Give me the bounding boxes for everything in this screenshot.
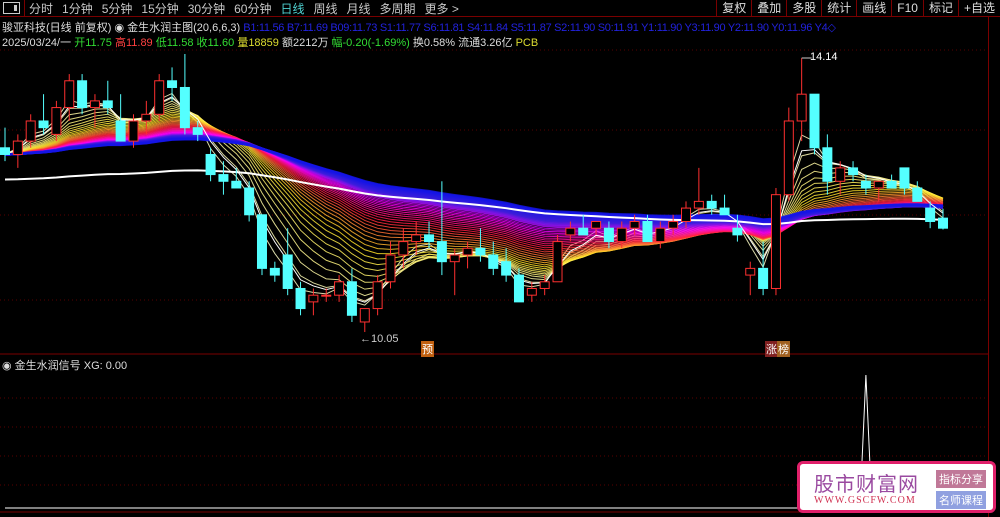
forecast-marker[interactable]: 预	[421, 341, 434, 357]
candle-body	[732, 227, 743, 236]
candle-body	[141, 113, 152, 122]
candle-body	[719, 207, 730, 216]
logo-name: 股市财富网	[814, 472, 919, 496]
candle-body	[128, 120, 139, 142]
price-chart[interactable]	[0, 0, 1000, 517]
logo-url: WWW.GSCFW.COM	[814, 495, 916, 506]
candle-body	[603, 227, 614, 243]
candle-body	[398, 241, 409, 256]
candle-body	[565, 227, 576, 236]
candle-body	[938, 217, 948, 229]
candle-body	[796, 93, 807, 122]
candle-body	[449, 254, 460, 263]
candle-body	[167, 80, 178, 88]
candle-body	[38, 120, 49, 129]
candle-body	[835, 167, 846, 182]
divider	[988, 17, 989, 517]
candle-body	[256, 214, 267, 269]
candle-body	[269, 267, 280, 276]
candle-body	[359, 308, 370, 323]
candle-body	[501, 261, 512, 276]
candle-body	[77, 80, 88, 109]
candle-body	[25, 120, 36, 142]
candle-body	[578, 227, 589, 236]
candle-body	[706, 200, 717, 209]
candle-body	[411, 234, 422, 243]
tag-courses: 名师课程	[936, 491, 986, 509]
band-line	[4, 131, 944, 236]
candle-body	[154, 80, 165, 115]
candle-body	[424, 234, 435, 243]
candle-body	[295, 287, 306, 310]
candle-body	[321, 294, 332, 297]
candle-body	[591, 220, 602, 229]
candle-body	[886, 180, 897, 189]
candle-body	[334, 281, 345, 296]
candle-body	[642, 220, 653, 243]
candle-body	[64, 80, 75, 109]
high-label: 14.14	[810, 51, 838, 63]
candle-body	[436, 241, 447, 263]
candle-body	[372, 281, 383, 310]
candle-body	[526, 287, 537, 296]
band-line	[4, 129, 944, 239]
candle-body	[115, 120, 126, 142]
dropdown-icon[interactable]: ◉	[2, 360, 12, 372]
candle-body	[282, 254, 293, 289]
candle-body	[629, 220, 640, 229]
candle-body	[218, 174, 229, 182]
candle-body	[475, 247, 486, 256]
candle-body	[655, 227, 666, 243]
candle-body	[668, 220, 679, 229]
candle-body	[205, 153, 216, 176]
candle-body	[552, 241, 563, 283]
indicator-title[interactable]: 金生水润信号	[15, 360, 81, 372]
candle-body	[12, 140, 23, 155]
candle-body	[925, 207, 936, 222]
indicator-panel-header: ◉ 金生水润信号 XG: 0.00	[2, 357, 127, 373]
candle-body	[462, 247, 473, 256]
candle-body	[912, 187, 923, 202]
candle-body	[488, 254, 499, 269]
candle-body	[681, 207, 692, 222]
candle-body	[89, 100, 100, 109]
candle-body	[822, 147, 833, 182]
candle-body	[783, 120, 794, 196]
candle-body	[693, 200, 704, 209]
tag-indicator-share: 指标分享	[936, 470, 986, 488]
xg-value: XG: 0.00	[83, 360, 128, 372]
candle-body	[102, 100, 113, 109]
candle-body	[616, 227, 627, 243]
candle-body	[860, 180, 871, 189]
candle-body	[758, 267, 769, 289]
candle-body	[770, 194, 781, 289]
candle-body	[873, 180, 884, 189]
candle-body	[51, 107, 62, 135]
candle-body	[179, 86, 190, 129]
rank-marker[interactable]: 榜	[777, 341, 790, 357]
candle-body	[0, 147, 10, 155]
candle-body	[539, 281, 550, 289]
candle-body	[745, 267, 756, 276]
candle-body	[231, 180, 242, 189]
band-line	[4, 127, 944, 245]
candle-body	[513, 274, 524, 303]
candle-body	[346, 281, 357, 316]
candle-body	[809, 93, 820, 149]
candle-body	[308, 294, 319, 303]
candle-body	[385, 254, 396, 283]
low-label: ←10.05	[360, 333, 399, 345]
candle-body	[899, 167, 910, 189]
candle-body	[244, 187, 255, 216]
candle-body	[848, 167, 859, 176]
watermark-logo: 股市财富网 WWW.GSCFW.COM 指标分享 名师课程	[797, 461, 996, 513]
candle-body	[192, 127, 203, 135]
